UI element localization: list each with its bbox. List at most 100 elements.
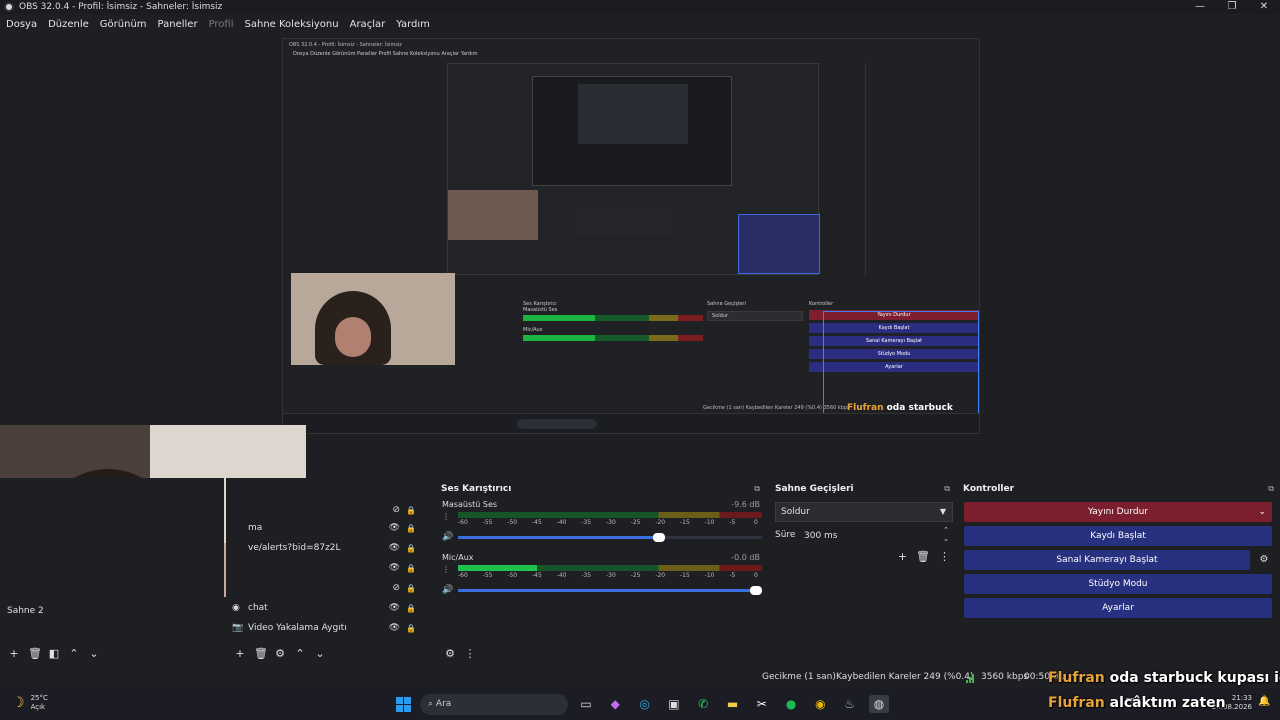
maximize-button[interactable]: ❐ (1216, 0, 1248, 14)
scene-item[interactable]: Sahne 2 (0, 602, 224, 620)
filter-icon[interactable]: ◧ (48, 647, 60, 660)
duration-input[interactable]: 300 ms ⌃ ⌄ (798, 526, 953, 546)
meter-ticks: -60 -55 -50 -45 -40 -35 -30 -25 -20 -15 -10 -5 0 (458, 572, 762, 581)
copilot-icon[interactable]: ◆ (605, 695, 625, 713)
trash-icon[interactable]: 🗑 (254, 647, 268, 660)
weather-widget[interactable]: ☽ 25°C Açık (12, 694, 48, 712)
settings-button[interactable]: Ayarlar (964, 598, 1272, 618)
source-row[interactable]: 📷 Video Yakalama Aygıtı 👁 🔒 (226, 618, 430, 638)
menu-tools[interactable]: Araçlar (350, 19, 386, 30)
lock-icon[interactable]: 🔒 (406, 624, 416, 633)
eye-icon[interactable]: 👁 (389, 523, 400, 533)
eye-icon[interactable]: 👁 (389, 603, 400, 613)
menu-profile[interactable]: Profil (209, 19, 234, 30)
add-icon[interactable]: + (8, 647, 20, 660)
volume-slider[interactable] (458, 586, 762, 595)
chevron-up-icon[interactable]: ⌃ (294, 647, 306, 660)
menu-docks[interactable]: Paneller (158, 19, 198, 30)
source-row[interactable]: ⊘ 🔒 (226, 500, 430, 520)
chat-username: Flufran (1048, 695, 1105, 711)
menu-help[interactable]: Yardım (396, 19, 430, 30)
notification-bell-icon[interactable]: 🔔 (1258, 696, 1270, 707)
stop-stream-button[interactable]: Yayını Durdur ⌄ (964, 502, 1272, 522)
start-recording-button[interactable]: Kaydı Başlat (964, 526, 1272, 546)
steam-icon[interactable]: ♨ (840, 695, 860, 713)
menu-edit[interactable]: Düzenle (48, 19, 89, 30)
capcut-icon[interactable]: ✂ (752, 695, 772, 713)
task-view-icon[interactable]: ▭ (576, 695, 596, 713)
speaker-icon[interactable]: 🔊 (442, 585, 453, 595)
meter-tick-label: -5 (729, 572, 736, 579)
store-icon[interactable]: ▣ (664, 695, 684, 713)
gear-icon[interactable]: ⚙ (274, 647, 286, 660)
kebab-icon[interactable]: ⋮ (442, 512, 450, 521)
lock-icon[interactable]: 🔒 (406, 544, 416, 553)
preview-canvas[interactable]: OBS 32.0.4 - Profil: İsimsiz - Sahneler:… (0, 34, 1280, 597)
undock-icon[interactable]: ⧉ (754, 484, 760, 494)
capture-status: Gecikme (1 san) Kaybedilen Kareler 249 (… (703, 405, 850, 411)
chrome-icon[interactable]: ◉ (810, 695, 830, 713)
advanced-audio-icon[interactable]: ⚙ (444, 647, 456, 660)
chevron-up-icon[interactable]: ⌃ (68, 647, 80, 660)
eye-icon[interactable]: 👁 (389, 623, 400, 633)
spotify-icon[interactable]: ● (781, 695, 801, 713)
meter-tick-label: -30 (606, 572, 616, 579)
lock-icon[interactable]: 🔒 (406, 584, 416, 593)
controls-title: Kontroller (963, 484, 1015, 494)
eye-icon[interactable]: 👁 (389, 563, 400, 573)
source-row[interactable]: ⊘ 🔒 (226, 578, 430, 598)
add-icon[interactable]: + (234, 647, 246, 660)
source-row[interactable]: 👁 🔒 (226, 558, 430, 578)
volume-slider-knob[interactable] (652, 533, 665, 542)
volume-slider[interactable] (458, 533, 762, 542)
lock-icon[interactable]: 🔒 (406, 564, 416, 573)
kebab-icon[interactable]: ⋮ (464, 647, 476, 660)
chevron-down-icon[interactable]: ⌄ (88, 647, 100, 660)
file-explorer-icon[interactable]: ▬ (722, 695, 742, 713)
source-row[interactable]: ◉ chat 👁 🔒 (226, 598, 430, 618)
spinner-icon[interactable]: ⌃ ⌄ (943, 526, 949, 544)
windows-start-icon[interactable] (396, 697, 411, 712)
mixer-channel-mic: Mic/Aux -0.0 dB ⋮ -60 -55 -50 -45 -40 -35 -30-… (442, 553, 764, 595)
kebab-icon[interactable]: ⋮ (939, 550, 950, 563)
undock-icon[interactable]: ⧉ (1268, 484, 1274, 494)
meter-tick-label: -25 (630, 519, 641, 526)
menu-scene-collection[interactable]: Sahne Koleksiyonu (245, 19, 339, 30)
speaker-icon[interactable]: 🔊 (442, 532, 453, 542)
eye-hidden-icon[interactable]: ⊘ (392, 505, 400, 515)
dropdown-arrow-icon: ▼ (939, 507, 946, 516)
menu-file[interactable]: Dosya (6, 19, 37, 30)
eye-icon[interactable]: 👁 (389, 543, 400, 553)
kebab-icon[interactable]: ⋮ (442, 565, 450, 574)
meter-level (458, 565, 538, 571)
taskbar-search[interactable]: ⌕ Ara (420, 694, 568, 715)
capture-meter-1 (523, 315, 703, 321)
eye-hidden-icon[interactable]: ⊘ (392, 583, 400, 593)
gear-icon[interactable]: ⚙ (1256, 550, 1272, 570)
transition-select[interactable]: Soldur ▼ (775, 502, 953, 522)
chevron-down-icon[interactable]: ⌄ (1258, 502, 1266, 522)
whatsapp-icon[interactable]: ✆ (693, 695, 713, 713)
volume-slider-knob[interactable] (750, 586, 762, 595)
menu-view[interactable]: Görünüm (100, 19, 147, 30)
window-title: OBS 32.0.4 - Profil: İsimsiz - Sahneler:… (19, 2, 223, 12)
source-row[interactable]: ma 👁 🔒 (226, 518, 430, 538)
lock-icon[interactable]: 🔒 (406, 604, 416, 613)
trash-icon[interactable]: 🗑 (916, 550, 930, 563)
capture-empty-area (865, 63, 975, 277)
start-virtual-camera-button[interactable]: Sanal Kamerayı Başlat (964, 550, 1250, 570)
studio-mode-button[interactable]: Stüdyo Modu (964, 574, 1272, 594)
minimize-button[interactable]: — (1184, 0, 1216, 14)
trash-icon[interactable]: 🗑 (28, 647, 42, 660)
source-row[interactable]: ve/alerts?bid=87z2L 👁 🔒 (226, 538, 430, 558)
close-button[interactable]: ✕ (1248, 0, 1280, 14)
search-icon: ⌕ (428, 699, 434, 709)
add-icon[interactable]: + (898, 550, 907, 563)
chevron-down-icon[interactable]: ⌄ (314, 647, 326, 660)
lock-icon[interactable]: 🔒 (406, 524, 416, 533)
transitions-title: Sahne Geçişleri (775, 484, 854, 494)
obs-taskbar-icon[interactable]: ◍ (868, 695, 889, 713)
undock-icon[interactable]: ⧉ (944, 484, 950, 494)
edge-icon[interactable]: ◎ (635, 695, 655, 713)
lock-icon[interactable]: 🔒 (406, 506, 416, 515)
